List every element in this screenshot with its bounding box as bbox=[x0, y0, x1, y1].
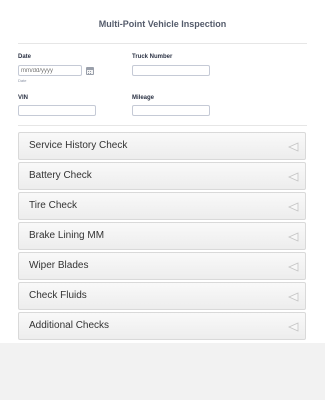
date-label: Date bbox=[18, 54, 32, 60]
collapse-arrow-icon bbox=[288, 262, 299, 272]
header-divider bbox=[18, 43, 307, 44]
vin-label: VIN bbox=[18, 95, 29, 101]
section-tire-check[interactable]: Tire Check bbox=[18, 192, 306, 220]
form-title: Multi-Point Vehicle Inspection bbox=[98, 19, 227, 29]
section-brake-lining-mm[interactable]: Brake Lining MM bbox=[18, 222, 306, 250]
mileage-input[interactable] bbox=[132, 105, 210, 116]
section-label: Check Fluids bbox=[29, 290, 87, 301]
form-card: Multi-Point Vehicle Inspection Date Date… bbox=[0, 0, 325, 343]
section-label: Brake Lining MM bbox=[29, 230, 105, 241]
section-label: Tire Check bbox=[29, 200, 77, 211]
collapse-arrow-icon bbox=[288, 292, 299, 302]
section-wiper-blades[interactable]: Wiper Blades bbox=[18, 252, 306, 280]
mileage-label: Mileage bbox=[132, 95, 155, 101]
date-input[interactable] bbox=[18, 65, 82, 76]
section-battery-check[interactable]: Battery Check bbox=[18, 162, 306, 190]
section-label: Battery Check bbox=[29, 170, 92, 181]
collapse-arrow-icon bbox=[288, 202, 299, 212]
page-background bbox=[0, 343, 325, 400]
collapse-arrow-icon bbox=[288, 232, 299, 242]
date-sublabel: Date bbox=[18, 78, 27, 83]
collapse-arrow-icon bbox=[288, 142, 299, 152]
section-check-fluids[interactable]: Check Fluids bbox=[18, 282, 306, 310]
truck-number-label: Truck Number bbox=[132, 54, 173, 60]
fields-divider bbox=[18, 125, 307, 126]
vin-input[interactable] bbox=[18, 105, 96, 116]
calendar-icon[interactable] bbox=[86, 67, 94, 75]
section-additional-checks[interactable]: Additional Checks bbox=[18, 312, 306, 340]
section-label: Additional Checks bbox=[29, 320, 110, 331]
section-label: Wiper Blades bbox=[29, 260, 89, 271]
section-service-history-check[interactable]: Service History Check bbox=[18, 132, 306, 160]
truck-number-input[interactable] bbox=[132, 65, 210, 76]
section-label: Service History Check bbox=[29, 140, 128, 151]
collapse-arrow-icon bbox=[288, 172, 299, 182]
collapse-arrow-icon bbox=[288, 322, 299, 332]
